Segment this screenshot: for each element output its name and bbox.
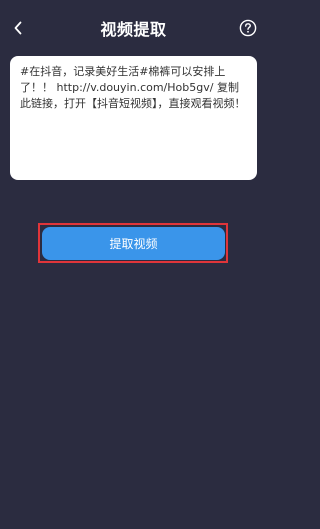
- top-bar: 视频提取: [0, 0, 267, 56]
- back-button[interactable]: [8, 17, 28, 39]
- chevron-left-icon: [14, 21, 22, 35]
- extract-video-button[interactable]: 提取视频: [42, 227, 225, 260]
- page-title: 视频提取: [100, 20, 167, 39]
- share-text: #在抖音，记录美好生活#棉裤可以安排上了！！ http://v.douyin.c…: [20, 65, 246, 110]
- share-text-box[interactable]: #在抖音，记录美好生活#棉裤可以安排上了！！ http://v.douyin.c…: [10, 56, 257, 180]
- question-circle-icon[interactable]: [239, 19, 257, 37]
